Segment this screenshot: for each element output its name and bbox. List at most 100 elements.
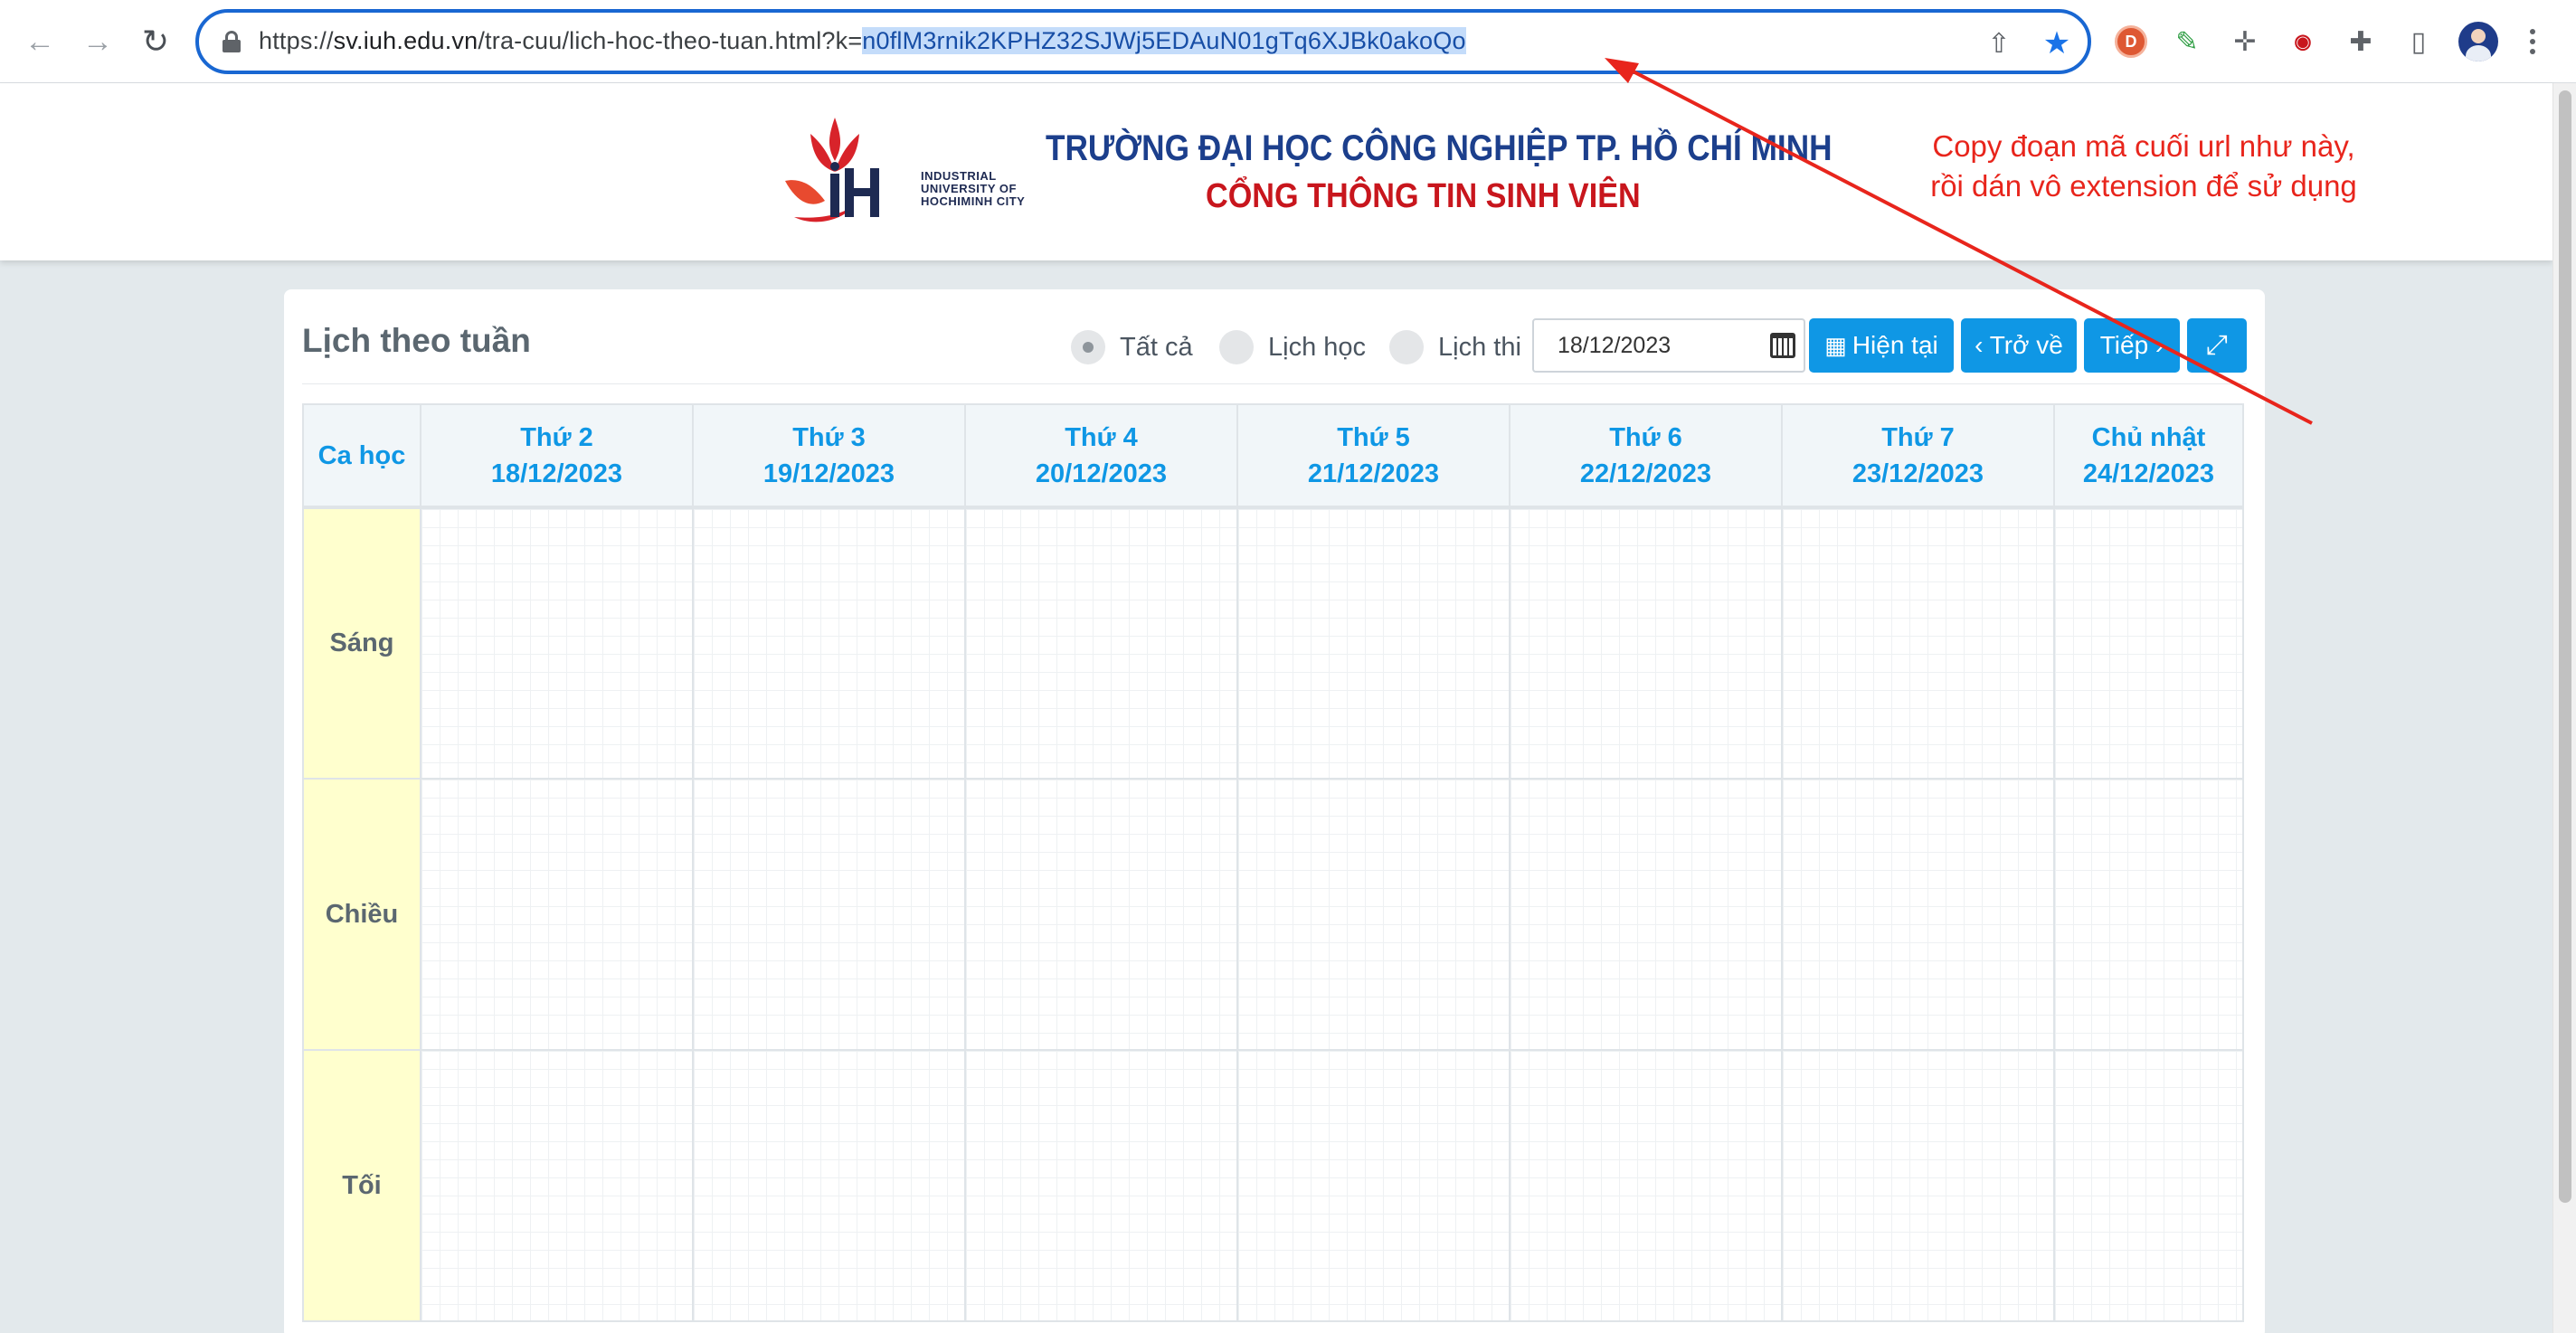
page-scrollbar[interactable] — [2552, 83, 2576, 1333]
schedule-header-row: Ca học Thứ 2 18/12/2023 Thứ 3 19/12/2023 T… — [302, 403, 2244, 509]
slot-label-afternoon: Chiều — [302, 778, 421, 1051]
date-input[interactable] — [1532, 318, 1764, 373]
back-arrow-icon[interactable]: ← — [18, 20, 62, 63]
schedule-row-evening: Tối — [302, 1049, 2244, 1322]
radio-checked-icon[interactable] — [1071, 330, 1105, 364]
previous-week-label: ‹ Trở về — [1975, 331, 2063, 359]
day-name: Chủ nhật — [2091, 422, 2206, 452]
day-name: Thứ 2 — [520, 422, 593, 452]
schedule-cell[interactable] — [1509, 1049, 1783, 1322]
iuh-logo-icon[interactable] — [785, 118, 885, 226]
annotation-note: Copy đoạn mã cuối url như này, rồi dán v… — [1890, 127, 2397, 206]
slot-label-evening: Tối — [302, 1049, 421, 1322]
day-date: 24/12/2023 — [2082, 459, 2215, 488]
schedule-cell[interactable] — [1236, 778, 1511, 1051]
schedule-cell[interactable] — [1781, 1049, 2055, 1322]
site-header: INDUSTRIAL UNIVERSITY OF HOCHIMINH CITY … — [0, 83, 2552, 260]
duckduckgo-icon[interactable]: D — [2115, 25, 2147, 58]
schedule-cell[interactable] — [2053, 506, 2244, 780]
schedule-cell[interactable] — [964, 506, 1238, 780]
portal-name: CỔNG THÔNG TIN SINH VIÊN — [1206, 177, 1641, 215]
schedule-cell[interactable] — [692, 506, 966, 780]
fullscreen-button[interactable]: ⤢ — [2187, 318, 2247, 373]
schedule-cell[interactable] — [420, 778, 694, 1051]
schedule-cell[interactable] — [420, 1049, 694, 1322]
calendar-button[interactable] — [1762, 318, 1805, 373]
share-icon[interactable]: ⇧ — [1981, 25, 2017, 61]
browser-toolbar: ← → ↻ https://sv.iuh.edu.vn/tra-cuu/lich… — [0, 0, 2576, 83]
annotation-line-1: Copy đoạn mã cuối url như này, — [1932, 129, 2355, 163]
reload-icon[interactable]: ↻ — [134, 20, 177, 63]
schedule-cell[interactable] — [964, 778, 1238, 1051]
annotation-line-2: rồi dán vô extension để sử dụng — [1930, 169, 2357, 203]
current-week-button[interactable]: ▦ Hiện tại — [1809, 318, 1954, 373]
day-name: Thứ 6 — [1609, 422, 1682, 452]
bookmark-star-icon[interactable]: ★ — [2039, 25, 2075, 61]
day-name: Thứ 4 — [1065, 422, 1138, 452]
schedule-cell[interactable] — [692, 778, 966, 1051]
calendar-icon: ▦ — [1824, 331, 1847, 359]
radio-icon[interactable] — [1219, 330, 1254, 364]
next-week-button[interactable]: Tiếp › — [2084, 318, 2180, 373]
slot-label-morning: Sáng — [302, 506, 421, 780]
filter-class-label: Lịch học — [1268, 332, 1367, 362]
schedule-cell[interactable] — [420, 506, 694, 780]
url-path: /tra-cuu/lich-hoc-theo-tuan.html?k= — [478, 27, 863, 54]
schedule-cell[interactable] — [1236, 1049, 1511, 1322]
lock-icon[interactable] — [221, 31, 242, 52]
schedule-cell[interactable] — [2053, 778, 2244, 1051]
iuh-extension-icon[interactable]: ◉ — [2283, 22, 2323, 61]
url-domain: sv.iuh.edu.vn — [333, 27, 478, 54]
url-text[interactable]: https://sv.iuh.edu.vn/tra-cuu/lich-hoc-t… — [259, 27, 1466, 55]
shift-header-label: Ca học — [317, 440, 406, 470]
day-date: 18/12/2023 — [490, 459, 623, 488]
schedule-cell[interactable] — [1509, 506, 1783, 780]
calendar-icon — [1770, 333, 1795, 358]
forward-arrow-icon[interactable]: → — [76, 20, 119, 63]
column-header-day: Thứ 5 21/12/2023 — [1236, 403, 1511, 509]
ruler-icon[interactable]: ✛ — [2225, 22, 2265, 61]
schedule-cell[interactable] — [1781, 778, 2055, 1051]
puzzle-icon[interactable]: ✚ — [2341, 22, 2381, 61]
schedule-cell[interactable] — [2053, 1049, 2244, 1322]
previous-week-button[interactable]: ‹ Trở về — [1961, 318, 2077, 373]
page-title: Lịch theo tuần — [302, 322, 531, 359]
profile-avatar[interactable] — [2458, 22, 2498, 61]
day-date: 19/12/2023 — [762, 459, 895, 488]
day-date: 23/12/2023 — [1852, 459, 1984, 488]
radio-icon[interactable] — [1389, 330, 1424, 364]
day-name: Thứ 5 — [1337, 422, 1410, 452]
side-panel-icon[interactable]: ▯ — [2399, 22, 2439, 61]
color-picker-icon[interactable]: ✎ — [2167, 22, 2207, 61]
panel-divider — [302, 383, 2247, 384]
schedule-table: Ca học Thứ 2 18/12/2023 Thứ 3 19/12/2023 T… — [302, 403, 2244, 1322]
weekly-schedule-panel: Lịch theo tuần Tất cả Lịch học Lịch thi … — [284, 289, 2265, 1333]
scrollbar-thumb[interactable] — [2559, 90, 2571, 1203]
filter-all-label: Tất cả — [1120, 332, 1193, 362]
day-date: 22/12/2023 — [1579, 459, 1712, 488]
day-name: Thứ 7 — [1881, 422, 1955, 452]
filter-exam-radio[interactable]: Lịch thi — [1389, 329, 1521, 365]
filter-class-radio[interactable]: Lịch học — [1219, 329, 1366, 365]
day-date: 20/12/2023 — [1035, 459, 1168, 488]
address-bar[interactable]: https://sv.iuh.edu.vn/tra-cuu/lich-hoc-t… — [195, 9, 2091, 74]
schedule-cell[interactable] — [964, 1049, 1238, 1322]
filter-exam-label: Lịch thi — [1438, 332, 1521, 362]
filter-all-radio[interactable]: Tất cả — [1071, 329, 1193, 365]
column-header-day: Thứ 6 22/12/2023 — [1509, 403, 1783, 509]
column-header-day: Thứ 3 19/12/2023 — [692, 403, 966, 509]
url-selected-key[interactable]: n0flM3rnik2KPHZ32SJWj5EDAuN01gTq6XJBk0ak… — [862, 27, 1466, 54]
url-scheme: https:// — [259, 27, 334, 54]
column-header-day: Thứ 7 23/12/2023 — [1781, 403, 2055, 509]
column-header-shift: Ca học — [302, 403, 421, 509]
schedule-cell[interactable] — [1236, 506, 1511, 780]
current-week-label: Hiện tại — [1852, 331, 1938, 359]
column-header-day: Thứ 4 20/12/2023 — [964, 403, 1238, 509]
schedule-cell[interactable] — [1781, 506, 2055, 780]
schedule-cell[interactable] — [692, 1049, 966, 1322]
day-name: Thứ 3 — [792, 422, 866, 452]
menu-icon[interactable] — [2522, 24, 2543, 60]
logo-caption: INDUSTRIAL UNIVERSITY OF HOCHIMINH CITY — [921, 170, 1038, 208]
schedule-cell[interactable] — [1509, 778, 1783, 1051]
schedule-row-afternoon: Chiều — [302, 778, 2244, 1051]
